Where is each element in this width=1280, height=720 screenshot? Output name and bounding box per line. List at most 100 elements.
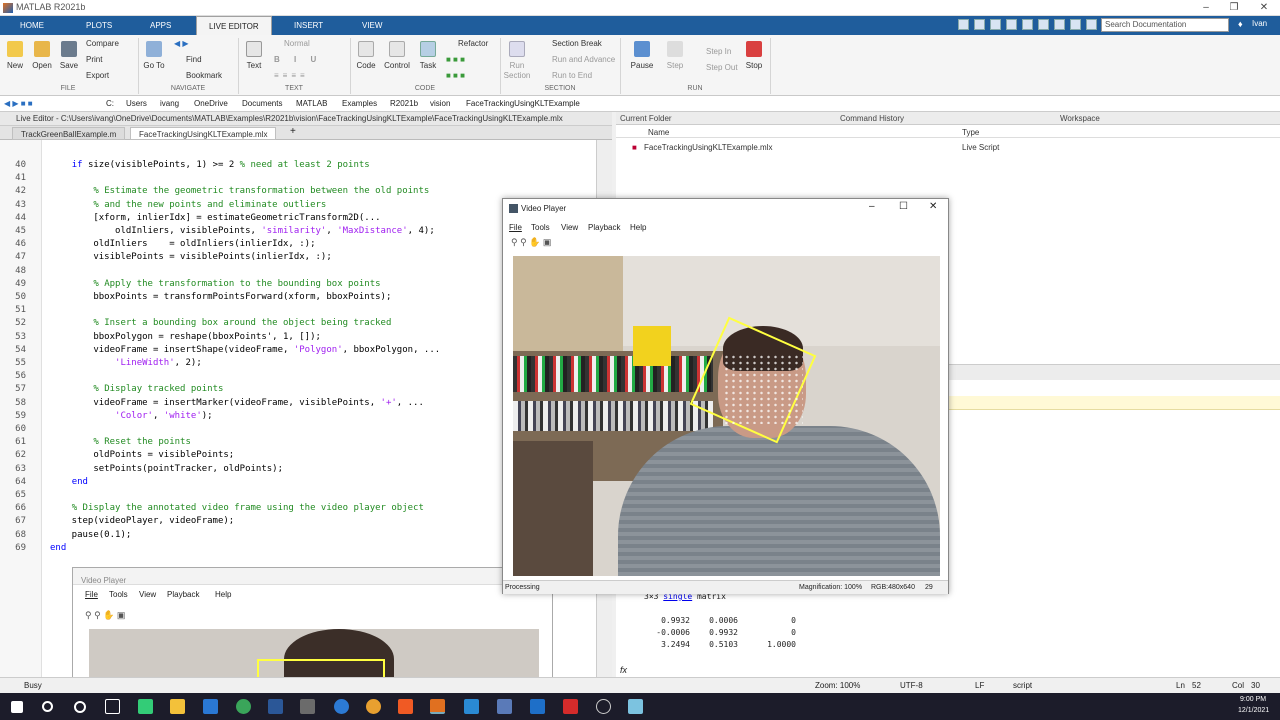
control-button[interactable]: Control bbox=[380, 61, 414, 70]
menu-view-2[interactable]: View bbox=[139, 590, 156, 599]
code-line[interactable]: if size(visiblePoints, 1) >= 2 % need at… bbox=[50, 160, 370, 170]
path-segment[interactable]: vision bbox=[430, 96, 450, 112]
code-line[interactable]: videoFrame = insertShape(videoFrame, 'Po… bbox=[50, 345, 440, 355]
comment-icons[interactable]: ■ ■ ■ bbox=[446, 71, 465, 80]
path-segment[interactable]: Documents bbox=[242, 96, 282, 112]
menu-file-2[interactable]: File bbox=[85, 590, 98, 599]
menu-tools-2[interactable]: Tools bbox=[109, 590, 128, 599]
style-dropdown[interactable]: Normal bbox=[284, 39, 310, 48]
address-bar[interactable]: ◀ ▶ ■ ■ C: Users ivang OneDrive Document… bbox=[0, 96, 1280, 112]
indent-icons[interactable]: ■ ■ ■ bbox=[446, 55, 465, 64]
type-column-header[interactable]: Type bbox=[962, 128, 979, 137]
menu-file[interactable]: File bbox=[509, 223, 522, 232]
menu-help-2[interactable]: Help bbox=[215, 590, 231, 599]
code-line[interactable]: step(videoPlayer, videoFrame); bbox=[50, 516, 235, 526]
word-icon[interactable] bbox=[268, 699, 283, 714]
matlab-icon[interactable] bbox=[430, 699, 445, 714]
code-line[interactable]: % Display the annotated video frame usin… bbox=[50, 503, 424, 513]
code-line[interactable]: oldInliers = oldInliers(inlierIdx, :); bbox=[50, 239, 315, 249]
save-quick-icon[interactable] bbox=[958, 19, 969, 30]
app-icon[interactable] bbox=[300, 699, 315, 714]
tab-live-editor[interactable]: LIVE EDITOR bbox=[196, 16, 272, 35]
search-icon[interactable] bbox=[42, 701, 53, 712]
menu-view[interactable]: View bbox=[561, 223, 578, 232]
path-segment[interactable]: R2021b bbox=[390, 96, 418, 112]
path-segment[interactable]: OneDrive bbox=[194, 96, 228, 112]
bookmark-button[interactable]: Bookmark bbox=[186, 71, 222, 80]
settings-quick-icon[interactable] bbox=[1086, 19, 1097, 30]
print-button[interactable]: Print bbox=[86, 55, 102, 64]
step-button[interactable]: Step bbox=[660, 61, 690, 70]
editor-tab-active[interactable]: FaceTrackingUsingKLTExample.mlx bbox=[130, 127, 277, 140]
mail-icon[interactable] bbox=[203, 699, 218, 714]
tab-home[interactable]: HOME bbox=[8, 16, 56, 35]
menu-help[interactable]: Help bbox=[630, 223, 646, 232]
brave-icon[interactable] bbox=[398, 699, 413, 714]
cut-quick-icon[interactable] bbox=[974, 19, 985, 30]
zoom-tools-icons-2[interactable]: ⚲ ⚲ ✋ ▣ bbox=[85, 610, 125, 621]
file-explorer-icon[interactable] bbox=[170, 699, 185, 714]
compare-button[interactable]: Compare bbox=[86, 39, 119, 48]
stop-button[interactable]: Stop bbox=[740, 61, 768, 70]
search-documentation-input[interactable]: Search Documentation bbox=[1101, 18, 1229, 32]
code-line[interactable]: 'LineWidth', 2); bbox=[50, 358, 202, 368]
path-segment[interactable]: Users bbox=[126, 96, 147, 112]
code-line[interactable]: setPoints(pointTracker, oldPoints); bbox=[50, 464, 283, 474]
code-line[interactable]: % Apply the transformation to the boundi… bbox=[50, 279, 380, 289]
new-button[interactable]: New bbox=[2, 61, 28, 70]
maximize-icon[interactable]: ☐ bbox=[899, 201, 908, 212]
user-menu[interactable]: Ivan bbox=[1252, 19, 1267, 28]
app-icon[interactable] bbox=[596, 699, 611, 714]
copy-quick-icon[interactable] bbox=[990, 19, 1001, 30]
code-line[interactable]: end bbox=[50, 543, 66, 553]
editor-tab[interactable]: TrackGreenBallExample.m bbox=[12, 127, 126, 140]
step-out-button[interactable]: Step Out bbox=[706, 63, 738, 72]
close-icon[interactable]: ✕ bbox=[1250, 0, 1278, 16]
app-icon[interactable] bbox=[497, 699, 512, 714]
refactor-button[interactable]: Refactor bbox=[458, 39, 488, 48]
restore-icon[interactable]: ❐ bbox=[1220, 0, 1248, 16]
run-to-end-button[interactable]: Run to End bbox=[552, 71, 592, 80]
goto-button[interactable]: Go To bbox=[140, 61, 168, 70]
code-line[interactable]: oldPoints = visiblePoints; bbox=[50, 450, 234, 460]
run-section-button[interactable]: Run Section bbox=[502, 61, 532, 81]
step-in-button[interactable]: Step In bbox=[706, 47, 731, 56]
task-view-icon[interactable] bbox=[105, 699, 120, 714]
acrobat-icon[interactable] bbox=[563, 699, 578, 714]
save-button[interactable]: Save bbox=[56, 61, 82, 70]
add-tab-icon[interactable]: + bbox=[290, 126, 296, 137]
cortana-icon[interactable] bbox=[74, 701, 86, 713]
code-line[interactable]: 'Color', 'white'); bbox=[50, 411, 213, 421]
bell-icon[interactable]: ♦ bbox=[1238, 19, 1243, 29]
tab-insert[interactable]: INSERT bbox=[282, 16, 335, 35]
code-line[interactable]: oldInliers, visiblePoints, 'similarity',… bbox=[50, 226, 435, 236]
code-line[interactable]: % Estimate the geometric transformation … bbox=[50, 186, 429, 196]
name-column-header[interactable]: Name bbox=[648, 128, 669, 137]
section-break-button[interactable]: Section Break bbox=[552, 39, 602, 48]
windows-start-icon[interactable] bbox=[11, 701, 23, 713]
switch-windows-icon[interactable] bbox=[1054, 19, 1065, 30]
format-bold-italic-icon[interactable]: B I U bbox=[274, 55, 322, 64]
chrome-icon[interactable] bbox=[236, 699, 251, 714]
text-button[interactable]: Text bbox=[240, 61, 268, 70]
find-button[interactable]: Find bbox=[186, 55, 202, 64]
minimize-icon[interactable]: – bbox=[1192, 0, 1220, 16]
align-icons[interactable]: ≡≡≡≡ bbox=[274, 71, 309, 80]
back-forward-icon[interactable]: ◀ ▶ bbox=[174, 39, 189, 48]
help-quick-icon[interactable] bbox=[1070, 19, 1081, 30]
task-button[interactable]: Task bbox=[414, 61, 442, 70]
path-segment[interactable]: ivang bbox=[160, 96, 179, 112]
code-line[interactable]: pause(0.1); bbox=[50, 530, 132, 540]
app-icon[interactable] bbox=[366, 699, 381, 714]
code-line[interactable]: % and the new points and eliminate outli… bbox=[50, 200, 326, 210]
vscode-icon[interactable] bbox=[464, 699, 479, 714]
code-line[interactable]: end bbox=[50, 477, 88, 487]
code-button[interactable]: Code bbox=[352, 61, 380, 70]
calculator-icon[interactable] bbox=[138, 699, 153, 714]
code-line[interactable]: videoFrame = insertMarker(videoFrame, vi… bbox=[50, 398, 424, 408]
menu-tools[interactable]: Tools bbox=[531, 223, 550, 232]
code-line[interactable]: [xform, inlierIdx] = estimateGeometricTr… bbox=[50, 213, 380, 223]
video-player-window-2[interactable]: Video Player File Tools View Playback He… bbox=[72, 567, 553, 679]
minimize-icon[interactable]: – bbox=[869, 201, 875, 212]
code-line[interactable]: bboxPolygon = reshape(bboxPoints', 1, []… bbox=[50, 332, 321, 342]
